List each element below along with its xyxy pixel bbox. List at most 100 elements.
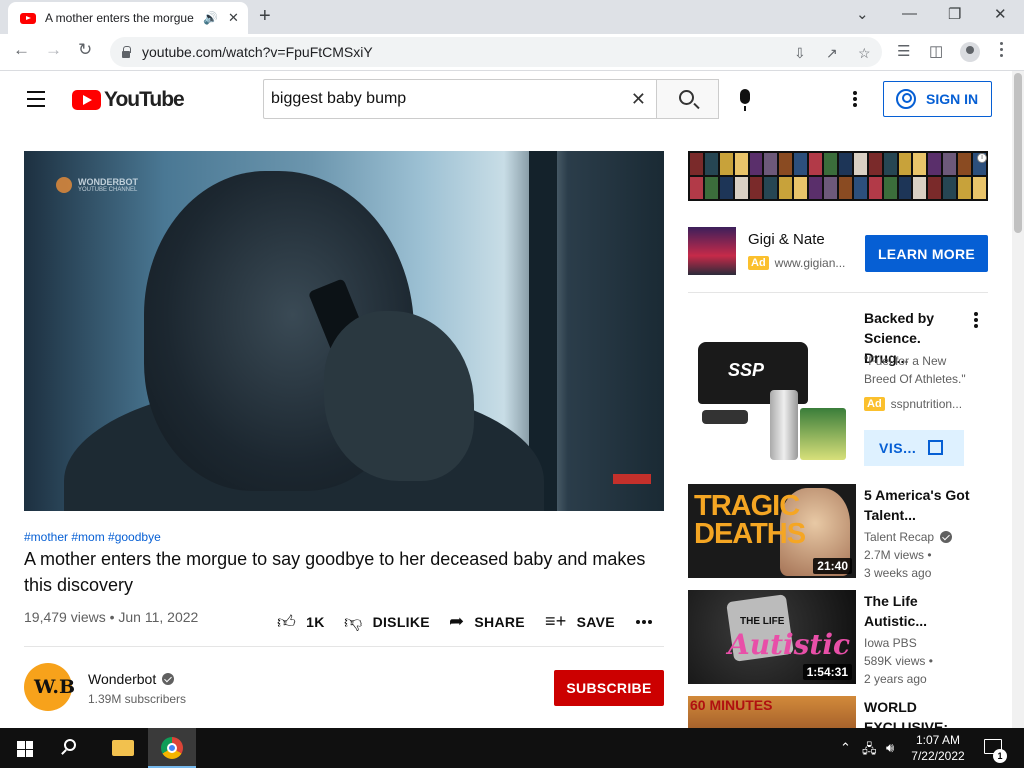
network-icon[interactable]: 🖧︎ [862, 740, 877, 762]
search-input[interactable] [271, 90, 611, 108]
voice-search-icon[interactable] [740, 89, 750, 111]
taskbar-chrome-item[interactable] [148, 728, 196, 768]
account-icon [896, 89, 916, 109]
browser-menu-icon[interactable] [1000, 42, 1004, 60]
channel-name[interactable]: Talent Recap [864, 530, 934, 544]
recommendation-channel[interactable]: Iowa PBS [864, 636, 917, 650]
taskbar-search-icon[interactable] [64, 739, 76, 751]
restore-icon[interactable]: ❐ [948, 5, 961, 23]
dislike-button[interactable]: 👎︎ DISLIKE [344, 611, 430, 633]
banner-poster-tile [794, 153, 808, 175]
hashtags[interactable]: #mother #mom #goodbye [24, 530, 161, 544]
channel-watermark[interactable]: WONDERBOT YOUTUBE CHANNEL [56, 177, 138, 193]
ad-description: "Fuel for a New Breed Of Athletes." [864, 354, 966, 386]
youtube-favicon-icon [20, 12, 36, 24]
more-actions-icon[interactable] [636, 620, 654, 624]
guide-menu-icon[interactable] [27, 91, 45, 112]
banner-poster-tile [749, 153, 763, 175]
audio-playing-icon[interactable]: 🔊 [203, 11, 218, 25]
recommendation-title[interactable]: The Life Autistic... [864, 591, 974, 631]
share-label: SHARE [474, 613, 525, 630]
ad-title[interactable]: Gigi & Nate [748, 231, 825, 248]
install-app-icon[interactable]: ⇩ [794, 45, 806, 62]
new-tab-icon[interactable]: + [259, 5, 271, 28]
windows-start-icon[interactable] [17, 741, 33, 757]
search-box[interactable]: ✕ [263, 79, 656, 119]
profile-avatar-icon[interactable] [960, 42, 980, 62]
scrollbar-thumb[interactable] [1014, 73, 1022, 233]
share-button[interactable]: ➦ SHARE [449, 611, 525, 632]
product-bottle [770, 390, 798, 460]
ad-meta: Ad www.gigian... [748, 256, 845, 270]
learn-more-button[interactable]: LEARN MORE [865, 235, 988, 272]
show-hidden-icons-icon[interactable]: ⌃ [840, 740, 851, 756]
video-thumbnail[interactable]: 60 MINUTES [688, 696, 856, 728]
media-controls-icon[interactable]: ☰ [897, 42, 910, 60]
banner-poster-tile [824, 153, 837, 175]
banner-poster-tile [853, 153, 867, 175]
back-icon[interactable]: ← [13, 40, 30, 60]
subscribe-button[interactable]: SUBSCRIBE [554, 670, 664, 706]
sign-in-label: SIGN IN [926, 91, 979, 107]
banner-poster-tile [764, 177, 778, 199]
save-button[interactable]: ≡+ SAVE [545, 611, 615, 632]
recommendation-age: 2 years ago [864, 672, 927, 686]
ad-product-image[interactable] [688, 310, 856, 470]
video-player[interactable]: WONDERBOT YOUTUBE CHANNEL [24, 151, 664, 511]
recommendation-title[interactable]: WORLD EXCLUSIVE: [864, 697, 974, 728]
minimize-icon[interactable]: — [902, 5, 917, 22]
recommendation-channel[interactable]: Talent Recap [864, 530, 953, 544]
channel-avatar[interactable]: W.B [24, 663, 75, 711]
search-button[interactable] [656, 79, 719, 119]
browser-tab[interactable]: A mother enters the morgue 🔊 ✕ [8, 2, 248, 34]
clock-time: 1:07 AM [915, 733, 961, 747]
sign-in-button[interactable]: SIGN IN [883, 81, 992, 117]
channel-name-row[interactable]: Wonderbot [88, 671, 175, 687]
subscribe-overlay-icon[interactable] [613, 474, 651, 484]
clear-search-icon[interactable]: ✕ [631, 89, 646, 110]
video-thumbnail[interactable]: TRAGIC DEATHS 21:40 [688, 484, 856, 578]
recommendation-views: 589K views • [864, 654, 933, 668]
window-close-icon[interactable]: ✕ [994, 5, 1007, 23]
banner-poster-tile [838, 153, 852, 175]
forward-icon[interactable]: → [45, 40, 62, 60]
url-text[interactable]: youtube.com/watch?v=FpuFtCMSxiY [142, 44, 373, 60]
like-button[interactable]: 👍︎ 1K [277, 611, 325, 633]
video-thumbnail[interactable]: THE LIFE Autistic 1:54:31 [688, 590, 856, 684]
banner-poster-tile [913, 153, 927, 175]
recommendation-item[interactable]: 60 MINUTES WORLD EXCLUSIVE: [688, 696, 988, 728]
recommendation-title[interactable]: 5 America's Got Talent... [864, 485, 974, 525]
settings-menu-icon[interactable] [853, 91, 857, 109]
ad-thumbnail[interactable] [688, 227, 736, 275]
youtube-play-icon [72, 90, 101, 110]
share-page-icon[interactable]: ↗ [826, 45, 838, 62]
channel-name[interactable]: Wonderbot [88, 671, 156, 687]
taskbar-clock[interactable]: 1:07 AM 7/22/2022 [908, 732, 968, 764]
verified-check-icon [162, 673, 175, 685]
thumbs-up-icon: 👍︎ [277, 612, 297, 632]
youtube-logo[interactable]: YouTube [72, 88, 185, 112]
banner-poster-tile [943, 177, 957, 199]
reload-icon[interactable]: ↻ [78, 40, 92, 60]
file-explorer-icon[interactable] [112, 740, 134, 756]
browser-tabstrip: A mother enters the morgue 🔊 ✕ + ⌄ — ❐ ✕ [0, 0, 1024, 34]
thumbnail-text: Autistic [728, 628, 851, 661]
search-icon [679, 90, 694, 105]
address-bar[interactable]: youtube.com/watch?v=FpuFtCMSxiY ⇩ ↗ ☆ [110, 37, 882, 67]
visit-site-button[interactable]: VIS... [864, 430, 964, 466]
ad-info-icon[interactable]: i [977, 153, 987, 163]
divider [688, 292, 988, 293]
video-duration: 21:40 [813, 558, 852, 574]
bookmark-star-icon[interactable]: ☆ [858, 45, 871, 62]
recommendation-item[interactable]: TRAGIC DEATHS 21:40 5 America's Got Tale… [688, 484, 988, 580]
recommendation-item[interactable]: THE LIFE Autistic 1:54:31 The Life Autis… [688, 590, 988, 686]
lock-icon[interactable] [122, 45, 131, 58]
banner-ad[interactable] [688, 151, 988, 201]
tab-search-chevron-icon[interactable]: ⌄ [856, 5, 869, 23]
side-panel-icon[interactable]: ◫ [929, 42, 943, 60]
volume-icon[interactable]: 🔊︎ [886, 740, 894, 756]
video-meta: 19,479 views • Jun 11, 2022 [24, 609, 199, 625]
banner-poster-tile [779, 153, 793, 175]
tab-close-icon[interactable]: ✕ [228, 10, 239, 26]
ad-menu-icon[interactable] [974, 312, 978, 330]
